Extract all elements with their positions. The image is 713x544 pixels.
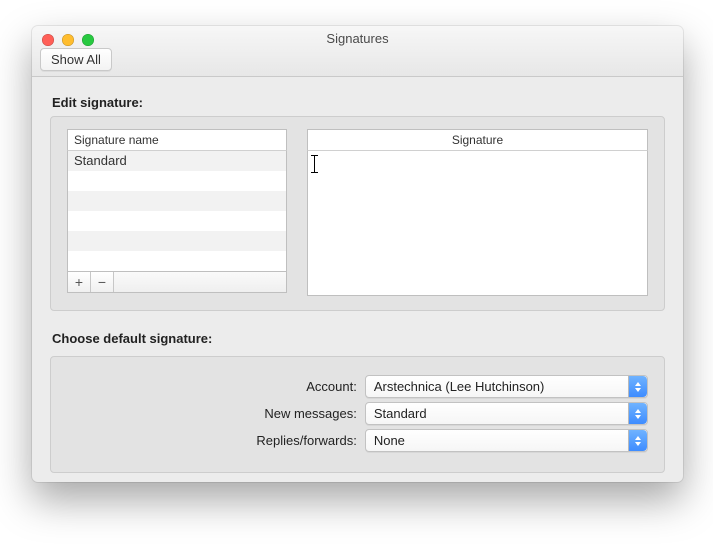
preferences-window: Signatures Show All Edit signature: Sign… xyxy=(32,26,683,482)
signature-editor-header: Signature xyxy=(307,129,648,151)
remove-signature-button[interactable]: − xyxy=(91,272,114,292)
chevron-up-down-icon xyxy=(628,403,647,424)
signature-editor-column: Signature xyxy=(307,129,648,296)
replies-forwards-select-value: None xyxy=(374,433,405,448)
minus-icon: − xyxy=(98,274,106,290)
chevron-up-down-icon xyxy=(628,430,647,451)
window-title: Signatures xyxy=(32,31,683,46)
new-messages-select[interactable]: Standard xyxy=(365,402,648,425)
plus-icon: + xyxy=(75,274,83,290)
chevron-up-down-icon xyxy=(628,376,647,397)
footer-spacer xyxy=(114,272,286,292)
signature-list-item[interactable] xyxy=(68,231,286,251)
show-all-button[interactable]: Show All xyxy=(40,48,112,71)
signature-list-item[interactable] xyxy=(68,191,286,211)
signature-list-item[interactable] xyxy=(68,211,286,231)
signature-editor[interactable] xyxy=(307,151,648,296)
default-signature-heading: Choose default signature: xyxy=(52,331,665,346)
default-signature-panel: Account: Arstechnica (Lee Hutchinson) Ne… xyxy=(50,356,665,473)
account-select-value: Arstechnica (Lee Hutchinson) xyxy=(374,379,545,394)
new-messages-label: New messages: xyxy=(67,406,357,421)
edit-signature-heading: Edit signature: xyxy=(52,95,665,110)
signature-list-item[interactable] xyxy=(68,251,286,271)
replies-forwards-select[interactable]: None xyxy=(365,429,648,452)
add-signature-button[interactable]: + xyxy=(68,272,91,292)
new-messages-select-value: Standard xyxy=(374,406,427,421)
signature-list-footer: + − xyxy=(67,272,287,293)
signature-list[interactable]: Standard xyxy=(67,151,287,272)
signature-list-item[interactable]: Standard xyxy=(68,151,286,171)
account-select[interactable]: Arstechnica (Lee Hutchinson) xyxy=(365,375,648,398)
titlebar: Signatures Show All xyxy=(32,26,683,77)
signature-list-item[interactable] xyxy=(68,171,286,191)
signature-list-header: Signature name xyxy=(67,129,287,151)
edit-signature-panel: Signature name Standard + − xyxy=(50,116,665,311)
signature-list-column: Signature name Standard + − xyxy=(67,129,287,296)
replies-forwards-label: Replies/forwards: xyxy=(67,433,357,448)
text-caret-icon xyxy=(314,155,315,173)
content-area: Edit signature: Signature name Standard … xyxy=(32,77,683,491)
account-label: Account: xyxy=(67,379,357,394)
